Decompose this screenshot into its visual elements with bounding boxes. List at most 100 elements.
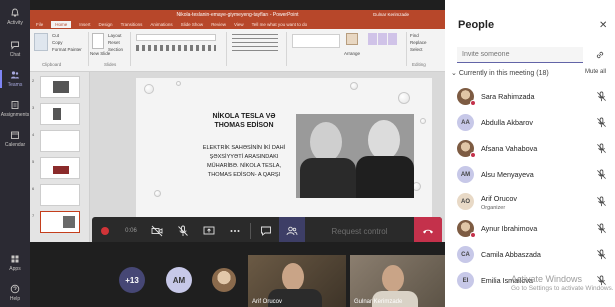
paragraph-buttons[interactable] — [232, 34, 278, 51]
participant-role: Organizer — [481, 205, 506, 211]
ppt-window-title: Nikola-teslanin-emaye-giymeyeng-tayfları… — [176, 11, 299, 18]
participant-name: Alsu Menyayeva — [481, 170, 534, 179]
participant-name: Aynur Ibrahimova — [481, 224, 538, 233]
share-link-icon[interactable] — [595, 50, 605, 60]
camera-off-icon — [151, 225, 163, 237]
ribbon-cut[interactable]: Cut — [52, 33, 59, 38]
participant-row[interactable]: Sara Rahimzada — [445, 84, 615, 110]
teams-icon — [11, 71, 19, 79]
participant-row[interactable]: AA Abdulla Akbarov — [445, 110, 615, 136]
participant-row[interactable]: AO Arif Orucov Organizer — [445, 189, 615, 215]
rail-item-chat[interactable]: Chat — [0, 34, 30, 64]
ppt-tab-file[interactable]: File — [36, 22, 43, 27]
participant-video-1[interactable]: Arif Orucov — [248, 255, 346, 307]
ribbon-format-painter[interactable]: Format Painter — [52, 47, 82, 52]
font-select[interactable] — [136, 34, 216, 41]
ppt-tab-slideshow[interactable]: Slide Show — [181, 22, 204, 27]
mic-off-icon[interactable] — [596, 117, 607, 128]
slide-thumbnail[interactable] — [40, 157, 80, 179]
share-screen-icon — [203, 226, 215, 235]
ribbon-select[interactable]: Select — [410, 47, 423, 52]
ribbon-layout[interactable]: Layout — [108, 33, 122, 38]
avatar: AA — [457, 114, 474, 131]
mic-off-button[interactable] — [170, 217, 196, 242]
avatar: CA — [457, 246, 474, 263]
close-icon[interactable]: ✕ — [599, 20, 607, 31]
participant-row[interactable]: Aynur Ibrahimova — [445, 216, 615, 242]
ribbon-replace[interactable]: Replace — [410, 40, 427, 45]
slide-thumbnail[interactable] — [40, 130, 80, 152]
more-participants-button[interactable]: +13 — [119, 267, 145, 293]
ppt-tell-me[interactable]: Tell me what you want to do — [252, 22, 308, 27]
status-dot — [470, 100, 476, 106]
font-format-buttons[interactable] — [136, 45, 216, 51]
ppt-tab-design[interactable]: Design — [99, 22, 113, 27]
ribbon-reset[interactable]: Reset — [108, 40, 120, 45]
mute-all-button[interactable]: Mute all — [585, 69, 606, 75]
rail-item-calendar[interactable]: Calendar — [0, 124, 30, 154]
quick-styles-gallery[interactable] — [368, 33, 398, 45]
mic-off-icon[interactable] — [596, 143, 607, 154]
participant-row[interactable]: AM Alsu Menyayeva — [445, 162, 615, 188]
thumb-image — [53, 108, 61, 120]
mic-off-icon[interactable] — [596, 169, 607, 180]
rail-item-apps[interactable]: Apps — [0, 248, 30, 278]
ribbon-arrange[interactable]: Arrange — [344, 51, 360, 56]
ppt-tab-insert[interactable]: Insert — [79, 22, 90, 27]
thumb-number: 4 — [32, 132, 35, 137]
arrange-icon[interactable] — [346, 33, 358, 45]
mic-off-icon[interactable] — [596, 196, 607, 207]
invite-someone-input[interactable] — [457, 47, 583, 63]
rail-label-calendar: Calendar — [4, 142, 26, 148]
ppt-tab-home[interactable]: Home — [51, 20, 72, 28]
participant-avatar-photo[interactable] — [212, 268, 236, 292]
chat-icon — [261, 226, 271, 236]
ppt-tab-review[interactable]: Review — [211, 22, 226, 27]
chat-button[interactable] — [253, 217, 279, 242]
participants-button[interactable] — [279, 217, 305, 242]
shapes-gallery[interactable] — [292, 34, 340, 48]
ppt-tab-view[interactable]: View — [234, 22, 244, 27]
ribbon-find[interactable]: Find — [410, 33, 419, 38]
participant-video-2[interactable]: Gulnar Kerimzade — [350, 255, 445, 307]
request-control-button[interactable]: Request control — [305, 217, 414, 242]
ribbon-section[interactable]: Section — [108, 47, 123, 52]
ppt-tab-transitions[interactable]: Transitions — [121, 22, 143, 27]
mic-off-icon — [178, 225, 188, 236]
rail-item-activity[interactable]: Activity — [0, 2, 30, 32]
calendar-icon — [11, 131, 19, 139]
slide-thumbnail-selected[interactable] — [40, 211, 80, 233]
avatar: AO — [457, 193, 474, 210]
slide-thumbnail[interactable] — [40, 103, 80, 125]
rail-item-teams[interactable]: Teams — [0, 64, 30, 94]
mic-off-icon[interactable] — [596, 249, 607, 260]
ribbon-copy[interactable]: Copy — [52, 40, 63, 45]
camera-off-button[interactable] — [144, 217, 170, 242]
water-drop-decoration — [350, 82, 358, 90]
current-slide[interactable]: NİKOLA TESLA VƏ THOMAS EDİSON ELEKTRİK S… — [136, 78, 432, 234]
slide-thumbnail[interactable] — [40, 184, 80, 206]
mic-off-icon[interactable] — [596, 91, 607, 102]
hang-up-button[interactable] — [414, 217, 442, 242]
more-actions-button[interactable] — [222, 217, 248, 242]
share-screen-button[interactable] — [196, 217, 222, 242]
rail-label-apps: Apps — [9, 266, 21, 272]
rail-item-help[interactable]: Help — [0, 278, 30, 307]
participant-row[interactable]: Afsana Vahabova — [445, 136, 615, 162]
ppt-tab-animations[interactable]: Animations — [150, 22, 172, 27]
in-meeting-section-header[interactable]: ⌄ Currently in this meeting (18) — [451, 69, 549, 77]
video-face — [382, 265, 404, 292]
rail-label-help: Help — [9, 296, 21, 302]
water-drop-decoration — [144, 84, 154, 94]
rail-item-assignments[interactable]: Assignments — [0, 94, 30, 124]
thumb-number: 5 — [32, 159, 35, 164]
tesla-edison-photo — [296, 114, 414, 198]
ppt-ribbon-tabs: File Home Insert Design Transitions Anim… — [30, 19, 445, 29]
paste-icon[interactable] — [34, 33, 48, 51]
new-slide-icon[interactable] — [92, 33, 104, 49]
participant-avatar-am[interactable]: AM — [166, 267, 192, 293]
participant-row[interactable]: CA Camila Abbaszada — [445, 242, 615, 268]
slide-thumbnail[interactable] — [40, 76, 80, 98]
video-name-label: Arif Orucov — [252, 299, 283, 305]
mic-off-icon[interactable] — [596, 223, 607, 234]
